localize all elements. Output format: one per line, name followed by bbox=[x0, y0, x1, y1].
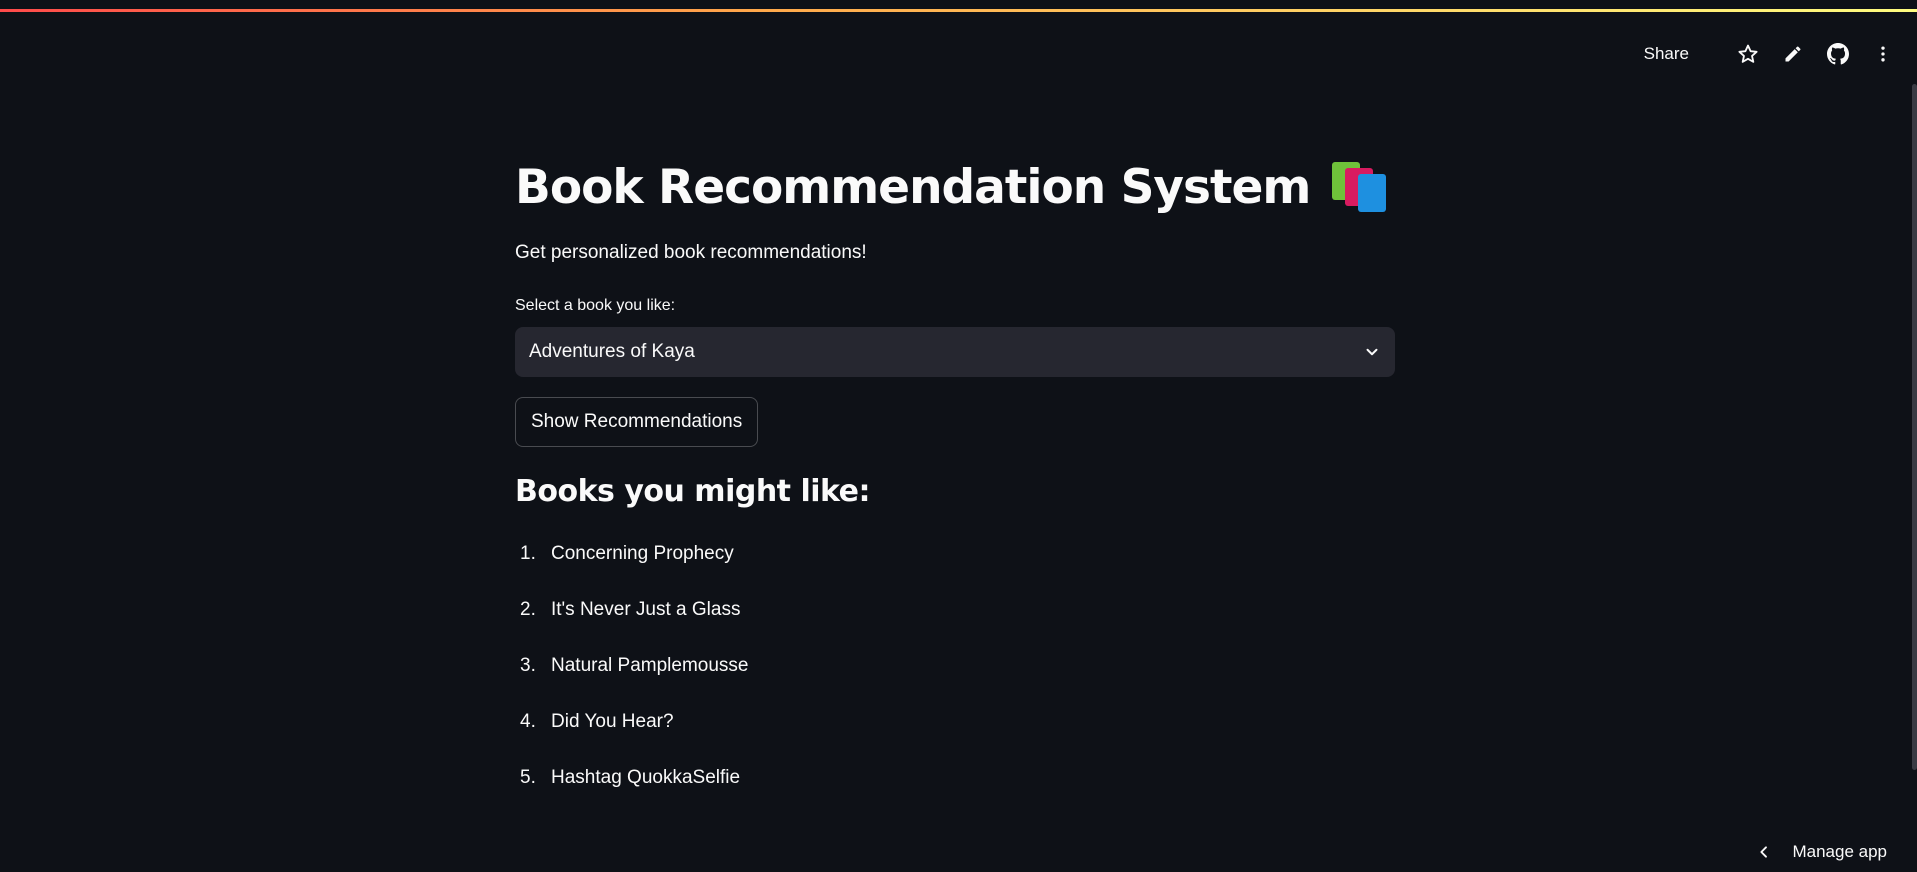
list-item-title: It's Never Just a Glass bbox=[551, 599, 741, 620]
list-item-title: Did You Hear? bbox=[551, 711, 674, 732]
book-select-label: Select a book you like: bbox=[515, 297, 676, 314]
header-decoration bbox=[0, 9, 1917, 12]
github-icon[interactable] bbox=[1826, 42, 1850, 66]
list-item-number: 3. bbox=[520, 655, 536, 676]
books-emoji-icon bbox=[1332, 162, 1388, 214]
list-item-title: Concerning Prophecy bbox=[551, 543, 734, 564]
show-recommendations-button[interactable]: Show Recommendations bbox=[515, 397, 759, 447]
app-toolbar: Share bbox=[1644, 36, 1917, 72]
book-select[interactable]: Adventures of Kaya bbox=[515, 327, 1395, 377]
list-item: 5. Hashtag QuokkaSelfie bbox=[515, 767, 748, 823]
manage-app-label: Manage app bbox=[1792, 842, 1887, 861]
list-item: 3. Natural Pamplemousse bbox=[515, 655, 748, 711]
list-item-title: Hashtag QuokkaSelfie bbox=[551, 767, 741, 788]
list-item: 4. Did You Hear? bbox=[515, 711, 748, 767]
pencil-icon[interactable] bbox=[1781, 42, 1805, 66]
list-item: 2. It's Never Just a Glass bbox=[515, 599, 748, 655]
recommendations-list: 1. Concerning Prophecy 2. It's Never Jus… bbox=[515, 543, 748, 823]
list-item-number: 2. bbox=[520, 599, 536, 620]
share-button[interactable]: Share bbox=[1644, 44, 1689, 64]
page-title: Book Recommendation System bbox=[515, 152, 1388, 224]
page-subtitle: Get personalized book recommendations! bbox=[515, 242, 867, 263]
chevron-left-icon bbox=[1756, 844, 1772, 860]
star-icon[interactable] bbox=[1736, 42, 1760, 66]
book-select-value: Adventures of Kaya bbox=[529, 341, 695, 362]
chevron-down-icon bbox=[1363, 343, 1381, 361]
manage-app-button[interactable]: Manage app bbox=[1756, 842, 1887, 862]
list-item-number: 1. bbox=[520, 543, 536, 564]
recommendations-heading: Books you might like: bbox=[515, 474, 871, 509]
list-item: 1. Concerning Prophecy bbox=[515, 543, 748, 599]
more-vert-icon[interactable] bbox=[1871, 42, 1895, 66]
page-title-text: Book Recommendation System bbox=[515, 160, 1311, 215]
list-item-number: 4. bbox=[520, 711, 536, 732]
scrollbar[interactable] bbox=[1912, 84, 1917, 770]
list-item-number: 5. bbox=[520, 767, 536, 788]
list-item-title: Natural Pamplemousse bbox=[551, 655, 749, 676]
